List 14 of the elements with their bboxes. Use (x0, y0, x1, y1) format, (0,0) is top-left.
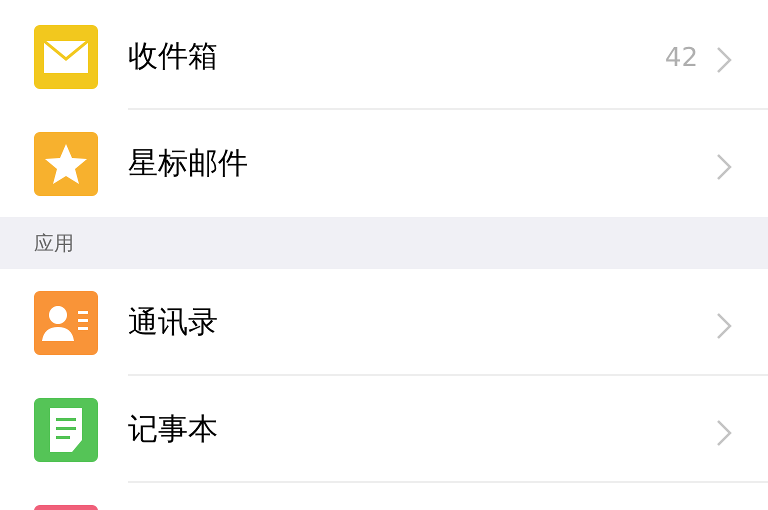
item-label: 收件箱 (128, 39, 218, 75)
chevron-icon (716, 419, 732, 447)
section-header: 应用 (34, 230, 74, 257)
chevron-icon (716, 153, 732, 181)
chevron-icon (716, 46, 732, 74)
list-item[interactable]: 记事本 (0, 376, 768, 483)
item-label: 通讯录 (128, 305, 218, 341)
list-item[interactable]: 收件箱 42 (0, 3, 768, 110)
item-count: 42 (664, 43, 698, 73)
list-item[interactable]: 通讯录 (0, 269, 768, 376)
list-item[interactable]: 星标邮件 (0, 110, 768, 217)
item-label: 星标邮件 (128, 146, 248, 182)
item-label: 记事本 (128, 412, 218, 448)
chevron-icon (716, 312, 732, 340)
